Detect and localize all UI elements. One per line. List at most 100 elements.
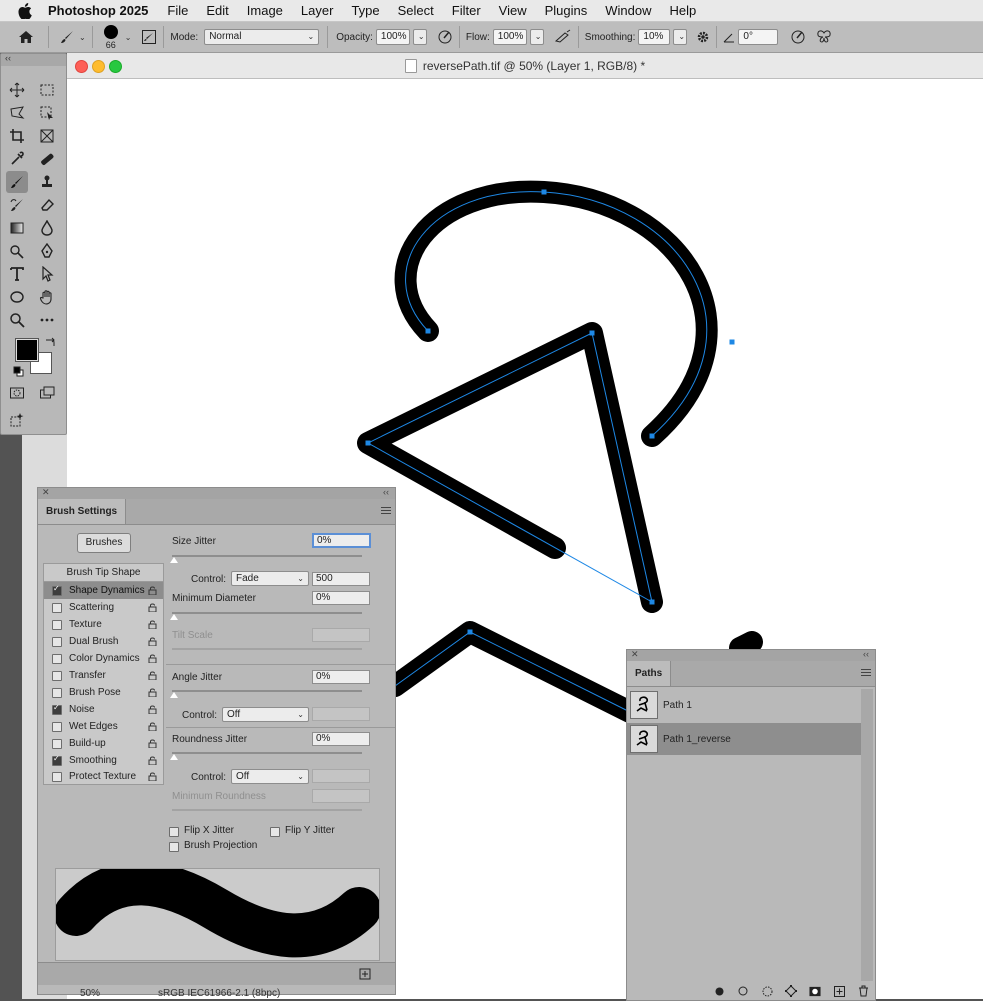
path-row-path-1-reverse[interactable]: Path 1_reverse [627, 723, 861, 755]
path-selection-tool[interactable] [36, 263, 58, 285]
chevron-down-icon[interactable]: ⌄ [125, 33, 132, 42]
swap-colors-icon[interactable] [44, 337, 56, 349]
smoothing-input[interactable]: 10% [638, 29, 671, 45]
checkbox[interactable] [52, 771, 62, 782]
lock-icon[interactable] [148, 671, 157, 680]
flow-input[interactable]: 100% [492, 29, 527, 45]
color-profile[interactable]: sRGB IEC61966-2.1 (8bpc) [158, 988, 280, 999]
frame-tool[interactable] [36, 125, 58, 147]
brush-projection-checkbox[interactable] [169, 842, 179, 852]
checkbox[interactable] [52, 754, 62, 766]
lock-icon[interactable] [148, 654, 157, 663]
close-icon[interactable]: ✕ [42, 487, 50, 498]
lock-icon[interactable] [148, 722, 157, 731]
menu-window[interactable]: Window [605, 3, 651, 18]
angle-jitter-input[interactable]: 0% [312, 670, 370, 684]
angle-control-select[interactable]: Off ⌄ [222, 707, 309, 722]
marquee-tool[interactable] [36, 79, 58, 101]
eraser-tool[interactable] [36, 194, 58, 216]
collapse-icon[interactable]: ‹‹ [383, 487, 389, 497]
close-icon[interactable]: ✕ [631, 649, 639, 660]
create-new-path-icon[interactable] [833, 985, 845, 997]
move-tool[interactable] [6, 79, 28, 101]
zoom-window-button[interactable] [109, 60, 122, 73]
flow-slider-toggle[interactable]: ⌄ [529, 29, 544, 45]
panel-header[interactable]: ✕ ‹‹ [38, 487, 395, 499]
panel-menu-icon[interactable] [861, 669, 871, 677]
dodge-tool[interactable] [6, 240, 28, 262]
lock-icon[interactable] [148, 705, 157, 714]
lock-icon[interactable] [148, 586, 157, 595]
slider-thumb[interactable] [170, 614, 178, 620]
app-name[interactable]: Photoshop 2025 [48, 3, 148, 18]
lock-icon[interactable] [148, 772, 157, 781]
list-item-transfer[interactable]: Transfer [44, 667, 163, 684]
lock-icon[interactable] [148, 637, 157, 646]
pressure-opacity-icon[interactable] [437, 29, 453, 45]
opacity-slider-toggle[interactable]: ⌄ [412, 29, 427, 45]
shape-tool[interactable] [6, 286, 28, 308]
roundness-jitter-slider[interactable] [172, 752, 362, 754]
chevron-down-icon[interactable]: ⌄ [79, 33, 86, 42]
zoom-level[interactable]: 50% [80, 988, 100, 999]
lock-icon[interactable] [148, 688, 157, 697]
checkbox[interactable] [52, 602, 62, 613]
checkbox[interactable] [52, 619, 62, 630]
symmetry-butterfly-icon[interactable] [816, 29, 832, 45]
menu-edit[interactable]: Edit [206, 3, 228, 18]
hand-tool[interactable] [36, 286, 58, 308]
brushes-button[interactable]: Brushes [77, 533, 131, 553]
angle-jitter-slider[interactable] [172, 690, 362, 692]
clone-stamp-tool[interactable] [36, 171, 58, 193]
add-mask-icon[interactable] [809, 985, 821, 997]
blur-tool[interactable] [36, 217, 58, 239]
airbrush-icon[interactable] [554, 29, 572, 45]
screen-mode-tool[interactable] [36, 382, 58, 404]
slider-thumb[interactable] [170, 692, 178, 698]
menu-filter[interactable]: Filter [452, 3, 481, 18]
menu-help[interactable]: Help [670, 3, 697, 18]
gear-icon[interactable] [696, 30, 710, 44]
lock-icon[interactable] [148, 756, 157, 765]
paths-scrollbar[interactable] [861, 689, 873, 981]
fill-path-icon[interactable] [713, 985, 725, 997]
pen-tool[interactable] [36, 240, 58, 262]
quick-mask-tool[interactable] [6, 382, 28, 404]
collapse-icon[interactable]: ‹‹ [5, 53, 11, 63]
pressure-size-icon[interactable] [790, 29, 806, 45]
opacity-input[interactable]: 100% [375, 29, 410, 45]
foreground-color-swatch[interactable] [15, 338, 39, 362]
checkbox[interactable] [52, 687, 62, 698]
roundness-control-select[interactable]: Off ⌄ [231, 769, 309, 784]
checkbox[interactable] [52, 721, 62, 732]
home-icon[interactable] [18, 29, 34, 45]
minimum-diameter-slider[interactable] [172, 612, 362, 614]
size-control-select[interactable]: Fade ⌄ [231, 571, 309, 586]
tab-paths[interactable]: Paths [627, 661, 672, 686]
eyedropper-tool[interactable] [6, 148, 28, 170]
make-work-path-icon[interactable] [785, 985, 797, 997]
lock-icon[interactable] [148, 603, 157, 612]
checkbox[interactable] [52, 703, 62, 715]
list-item-scattering[interactable]: Scattering [44, 599, 163, 616]
brush-tip-shape-item[interactable]: Brush Tip Shape [44, 564, 163, 582]
create-new-brush-icon[interactable] [359, 968, 371, 980]
load-as-selection-icon[interactable] [761, 985, 773, 997]
history-brush-tool[interactable] [6, 194, 28, 216]
flip-y-checkbox[interactable] [270, 827, 280, 837]
list-item-build-up[interactable]: Build-up [44, 735, 163, 752]
list-item-smoothing[interactable]: Smoothing [44, 752, 163, 769]
delete-path-icon[interactable] [857, 985, 869, 997]
checkbox[interactable] [52, 670, 62, 681]
brush-settings-toggle-icon[interactable] [141, 29, 157, 45]
menu-file[interactable]: File [167, 3, 188, 18]
checkbox[interactable] [52, 584, 62, 596]
checkbox[interactable] [52, 636, 62, 647]
apple-icon[interactable] [18, 2, 32, 19]
tools-panel-header[interactable]: ‹‹ [1, 53, 66, 66]
panel-menu-icon[interactable] [381, 507, 391, 515]
roundness-jitter-input[interactable]: 0% [312, 732, 370, 746]
list-item-protect-texture[interactable]: Protect Texture [44, 768, 163, 785]
type-tool[interactable] [6, 263, 28, 285]
slider-thumb[interactable] [170, 754, 178, 760]
